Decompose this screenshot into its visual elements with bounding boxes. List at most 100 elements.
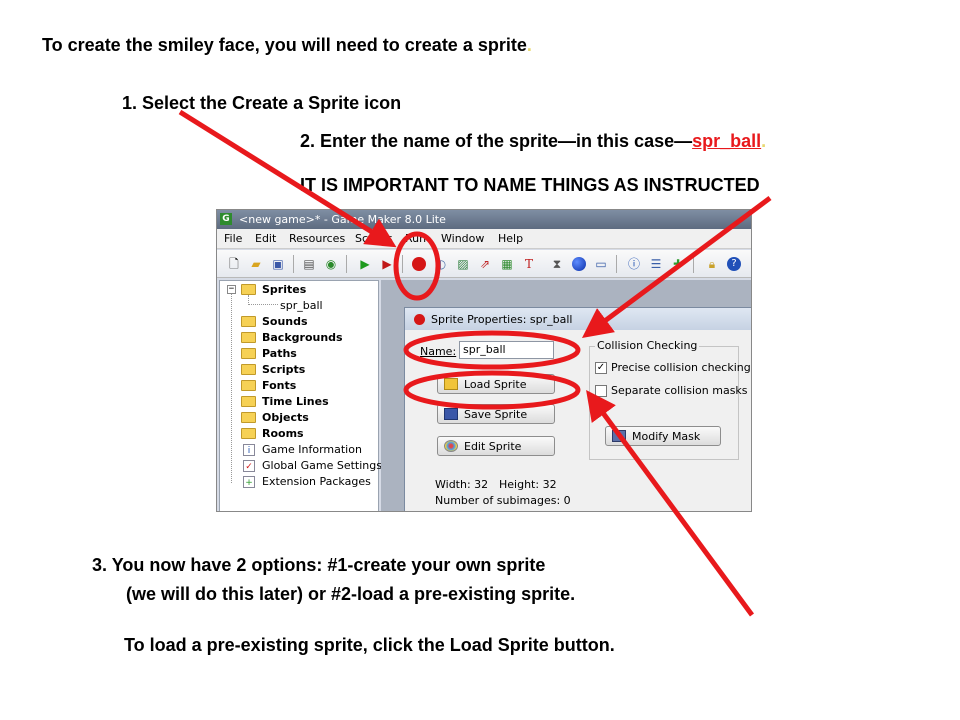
load-note: To load a pre-existing sprite, click the… [124,635,615,655]
menu-window[interactable]: Window [441,232,484,245]
create-script-icon[interactable]: ▦ [499,256,515,272]
toolbar-separator [293,255,294,273]
important-note: IT IS IMPORTANT TO NAME THINGS AS INSTRU… [300,175,760,195]
folder-icon [241,380,256,391]
folder-icon [241,396,256,407]
tree-game-information[interactable]: Game Information [262,443,362,456]
precise-collision-label: Precise collision checking [611,361,751,374]
sprite-icon [414,314,425,325]
menu-file[interactable]: File [224,232,242,245]
menu-run[interactable]: Run [405,232,426,245]
window-title: <new game>* - Game Maker 8.0 Lite [239,213,446,226]
precise-collision-checkbox[interactable]: ✓ [595,362,607,374]
step2-text: 2. Enter the name of the sprite—in this … [300,131,766,152]
toolbar-separator [346,255,347,273]
edit-sprite-label: Edit Sprite [464,440,522,453]
tree-guide-line [248,304,278,305]
sprite-name-input[interactable]: spr_ball [459,341,554,359]
toolbar: 🗋 ▰ ▣ ▤ ◉ ▶ ▶ ◐ ▨ ⇗ ▦ T ⧗ ▭ ⓘ ☰ ✚ 🔒︎ ? [217,250,751,278]
game-maker-screenshot: G <new game>* - Game Maker 8.0 Lite File… [216,209,752,512]
tree-guide-line [231,293,232,483]
modify-mask-label: Modify Mask [632,430,701,443]
tree-objects[interactable]: Objects [262,411,309,424]
collision-group-label: Collision Checking [595,339,700,352]
modify-mask-button[interactable]: Modify Mask [605,426,721,446]
sprite-window-title: Sprite Properties: spr_ball [431,313,573,326]
toolbar-separator [693,255,694,273]
sprite-properties-window: Sprite Properties: spr_ball Name: spr_ba… [404,307,751,511]
create-executable-icon[interactable]: ▤ [301,256,317,272]
create-room-icon[interactable]: ▭ [593,256,609,272]
heading-dot: . [526,35,532,55]
tree-spr-ball[interactable]: spr_ball [280,299,323,312]
menu-scripts[interactable]: Scripts [355,232,393,245]
step3-line1: 3. You now have 2 options: #1-create you… [92,555,546,575]
folder-icon [241,348,256,359]
new-icon[interactable]: 🗋 [226,256,242,272]
app-icon: G [220,213,232,225]
create-path-icon[interactable]: ⇗ [477,256,493,272]
save-icon[interactable]: ▣ [270,256,286,272]
load-sprite-button[interactable]: Load Sprite [437,374,555,394]
help-icon[interactable]: ? [726,256,742,272]
menubar: File Edit Resources Scripts Run Window H… [217,229,751,249]
load-sprite-label: Load Sprite [464,378,527,391]
upgrade-icon[interactable]: 🔒︎ [704,256,720,272]
toolbar-separator [616,255,617,273]
menu-help[interactable]: Help [498,232,523,245]
tree-backgrounds[interactable]: Backgrounds [262,331,343,344]
extension-icon[interactable]: ✚ [670,256,686,272]
menu-edit[interactable]: Edit [255,232,276,245]
tree-scripts[interactable]: Scripts [262,363,305,376]
resource-tree: − Sprites spr_ball Sounds Backgrounds Pa… [219,280,382,511]
run-icon[interactable]: ▶ [357,256,373,272]
create-sound-icon[interactable]: ◐ [433,256,449,272]
separate-masks-checkbox[interactable] [595,385,607,397]
create-background-icon[interactable]: ▨ [455,256,471,272]
subimages-text: Number of subimages: 0 [435,494,571,507]
create-object-icon[interactable] [571,256,587,272]
open-icon[interactable]: ▰ [248,256,264,272]
folder-icon [241,332,256,343]
plus-icon: + [243,476,255,488]
tree-extension-packages[interactable]: Extension Packages [262,475,371,488]
folder-icon [241,428,256,439]
debug-icon[interactable]: ▶ [379,256,395,272]
tree-paths[interactable]: Paths [262,347,297,360]
global-settings-icon[interactable]: ☰ [648,256,664,272]
step1-text: 1. Select the Create a Sprite icon [122,93,402,113]
tree-sounds[interactable]: Sounds [262,315,308,328]
sprite-window-titlebar: Sprite Properties: spr_ball [405,308,751,330]
folder-icon [241,316,256,327]
toolbar-separator [402,255,403,273]
save-icon [444,408,458,420]
window-titlebar: G <new game>* - Game Maker 8.0 Lite [217,210,751,229]
separate-masks-label: Separate collision masks [611,384,748,397]
save-sprite-button[interactable]: Save Sprite [437,404,555,424]
folder-open-icon [444,378,458,390]
step2-prefix: 2. Enter the name of the sprite—in this … [300,131,693,151]
step3-line2: (we will do this later) or #2-load a pre… [126,584,576,604]
publish-icon[interactable]: ◉ [323,256,339,272]
step2-sprite-name: spr_ball [692,131,762,151]
step2-dot: . [761,131,767,151]
info-icon: i [243,444,255,456]
tree-rooms[interactable]: Rooms [262,427,304,440]
tree-sprites[interactable]: Sprites [262,283,306,296]
tree-global-game-settings[interactable]: Global Game Settings [262,459,382,472]
checkmark-icon: ✓ [243,460,255,472]
width-text: Width: 32 [435,478,489,491]
tree-time-lines[interactable]: Time Lines [262,395,329,408]
mask-icon [612,430,626,442]
edit-sprite-button[interactable]: Edit Sprite [437,436,555,456]
create-timeline-icon[interactable]: ⧗ [549,256,565,272]
tree-fonts[interactable]: Fonts [262,379,296,392]
folder-icon [241,364,256,375]
collapse-toggle[interactable]: − [227,285,236,294]
folder-icon [241,284,256,295]
save-sprite-label: Save Sprite [464,408,528,421]
menu-resources[interactable]: Resources [289,232,345,245]
create-font-icon[interactable]: T [521,256,537,272]
game-info-icon[interactable]: ⓘ [626,256,642,272]
create-sprite-icon[interactable] [411,256,427,272]
